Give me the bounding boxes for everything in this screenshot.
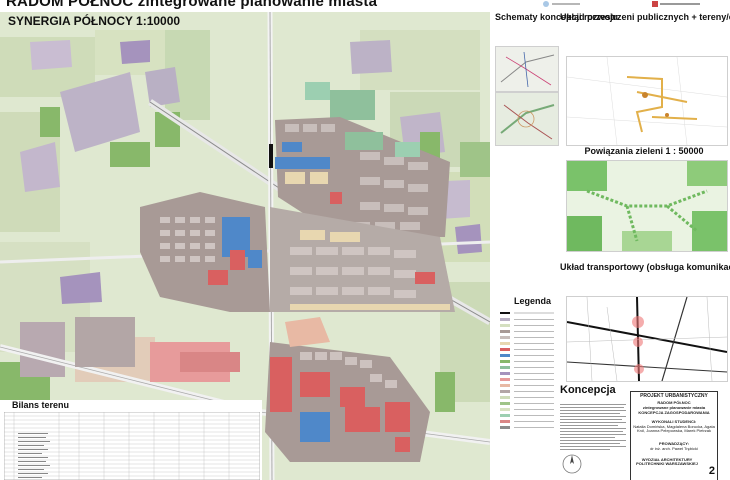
uklad-publiczny-title: Układ przestrzeni publicznych + tereny/o… xyxy=(560,12,730,22)
main-title: RADOM PÓŁNOC zintegrowane planowanie mia… xyxy=(6,0,378,10)
bilans-title: Bilans terenu xyxy=(12,400,70,410)
koncepcja-title: Koncepcja xyxy=(560,384,616,396)
legend-swatches xyxy=(500,312,554,429)
zielen-title: Powiązania zieleni 1 : 50000 xyxy=(584,146,704,156)
schematy-map-2[interactable] xyxy=(495,92,559,146)
sheet-number: 2 xyxy=(708,465,715,477)
green-links-map[interactable] xyxy=(566,160,728,252)
tb-authors: Natalia Domińska, Magdalena Borucka, Aga… xyxy=(633,424,715,433)
schematy-map-1[interactable] xyxy=(495,46,559,92)
legend-title: Legenda xyxy=(514,296,552,306)
land-balance-table: Bilans terenu xyxy=(0,400,262,480)
urban-plan-sheet: RADOM PÓŁNOC zintegrowane planowanie mia… xyxy=(0,0,730,480)
polytechnic-logo-icon xyxy=(650,0,710,8)
tb-project: PROJEKT URBANISTYCZNY xyxy=(640,393,708,399)
university-logo-icon xyxy=(526,0,596,8)
main-map-title: SYNERGIA PÓŁNOCY 1:10000 xyxy=(8,14,181,28)
public-space-map[interactable] xyxy=(566,56,728,146)
schematy-title: Schematy koncepcji rozwoju xyxy=(495,12,619,22)
tb-stage: KONCEPCJA ZAGOSPODAROWANIA xyxy=(638,410,710,415)
legend: Legenda xyxy=(492,296,564,446)
bilans-grid xyxy=(4,412,260,480)
title-block: PROJEKT URBANISTYCZNY RADOM PÓŁNOC zinte… xyxy=(630,391,718,480)
tb-supervisor: dr inż. arch. Paweł Trębicki xyxy=(650,446,698,451)
transport-map[interactable] xyxy=(566,296,728,382)
tb-school: WYDZIAŁ ARCHITEKTURY POLITECHNIKI WARSZA… xyxy=(636,457,698,466)
koncepcja-text xyxy=(560,404,626,474)
transport-title: Układ transportowy (obsługa komunikacyjn… xyxy=(560,262,730,272)
